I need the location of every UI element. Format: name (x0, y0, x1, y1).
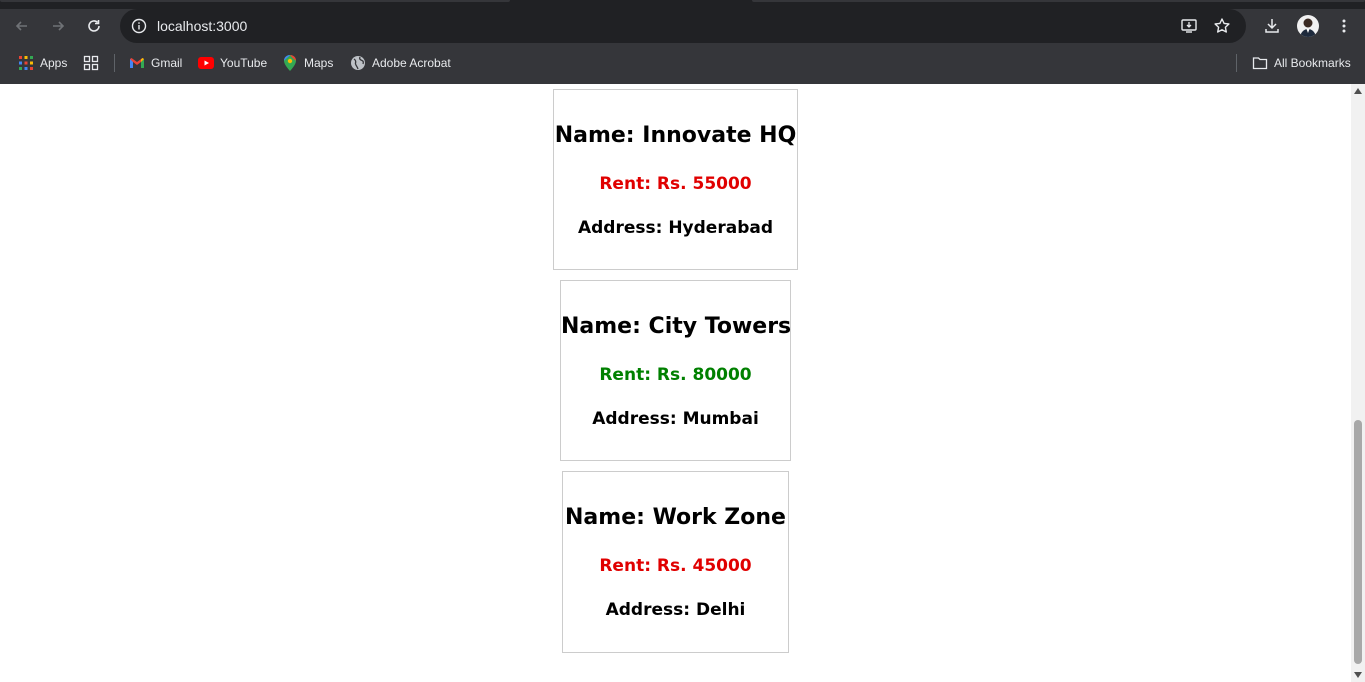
property-rent: Rent: Rs. 45000 (599, 556, 752, 576)
bookmark-divider (114, 54, 115, 72)
scrollbar-thumb[interactable] (1354, 420, 1362, 664)
bookmark-gmail[interactable]: Gmail (129, 54, 182, 72)
property-name: Name: Innovate HQ (554, 123, 797, 148)
bookmark-apps[interactable]: Apps (18, 54, 67, 72)
property-card: Name: City Towers Rent: Rs. 80000 Addres… (560, 280, 791, 461)
scroll-down-arrow[interactable] (1354, 672, 1362, 678)
gmail-icon (129, 55, 145, 71)
url-text[interactable]: localhost:3000 (157, 17, 247, 35)
maps-pin-icon (282, 55, 298, 71)
kebab-menu-icon (1342, 19, 1346, 33)
property-rent: Rent: Rs. 80000 (599, 365, 752, 385)
bookmark-maps[interactable]: Maps (282, 54, 333, 72)
property-name: Name: Work Zone (565, 505, 786, 530)
property-rent: Rent: Rs. 55000 (599, 174, 752, 194)
bookmark-label: Apps (40, 56, 68, 70)
property-address: Address: Delhi (605, 600, 746, 620)
apps-grid-icon (18, 55, 34, 71)
scroll-up-arrow[interactable] (1354, 88, 1362, 94)
address-bar[interactable]: localhost:3000 (120, 9, 1246, 43)
property-card: Name: Innovate HQ Rent: Rs. 55000 Addres… (553, 89, 798, 270)
profile-avatar[interactable] (1297, 15, 1319, 37)
arrow-right-icon (53, 21, 65, 31)
back-button[interactable] (9, 13, 35, 39)
property-card: Name: Work Zone Rent: Rs. 45000 Address:… (562, 471, 789, 653)
globe-icon (350, 55, 366, 71)
arrow-left-icon (15, 21, 27, 31)
downloads-button[interactable] (1261, 15, 1283, 37)
install-app-button[interactable] (1180, 17, 1198, 35)
avatar-icon (1300, 18, 1316, 37)
bookmark-label: Adobe Acrobat (372, 56, 451, 70)
folder-icon (1252, 55, 1268, 71)
bookmark-label: YouTube (220, 56, 268, 70)
bookmarks-bar: Apps Gmail YouTube Maps Adobe Acrobat Al… (0, 43, 1365, 84)
tab-strip (0, 0, 1365, 9)
install-app-icon (1181, 19, 1197, 33)
all-bookmarks-label: All Bookmarks (1274, 56, 1351, 70)
bookmark-divider (1236, 54, 1237, 72)
bookmark-label: Gmail (151, 56, 183, 70)
browser-menu-button[interactable] (1333, 15, 1355, 37)
bookmark-adobe-acrobat[interactable]: Adobe Acrobat (350, 54, 451, 72)
property-name: Name: City Towers (561, 314, 792, 339)
all-bookmarks-button[interactable]: All Bookmarks (1252, 54, 1351, 72)
site-info-button[interactable] (130, 17, 148, 35)
star-icon (1214, 18, 1230, 33)
page-content: Name: Innovate HQ Rent: Rs. 55000 Addres… (0, 84, 1351, 682)
bookmark-youtube[interactable]: YouTube (198, 54, 267, 72)
tab-edge (752, 0, 1365, 2)
info-icon (131, 18, 147, 34)
youtube-icon (198, 55, 214, 71)
reload-button[interactable] (81, 13, 107, 39)
browser-toolbar: localhost:3000 (0, 9, 1365, 43)
bookmark-tab-groups[interactable] (83, 54, 105, 72)
property-address: Address: Mumbai (592, 409, 759, 429)
page-scrollbar[interactable] (1351, 84, 1365, 682)
download-icon (1265, 19, 1279, 33)
bookmark-label: Maps (304, 56, 334, 70)
reload-icon (88, 20, 100, 32)
tab-groups-icon (83, 55, 99, 71)
forward-button[interactable] (45, 13, 71, 39)
tab-edge (0, 0, 510, 2)
bookmark-star-button[interactable] (1213, 17, 1231, 35)
property-address: Address: Hyderabad (577, 218, 774, 238)
